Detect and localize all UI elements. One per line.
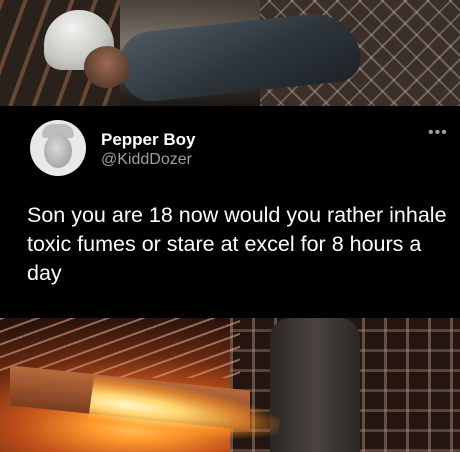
worker-face — [84, 46, 130, 88]
tweet-card: Pepper Boy @KiddDozer ••• Son you are 18… — [0, 106, 460, 318]
tweet-text: Son you are 18 now would you rather inha… — [27, 203, 447, 285]
more-horizontal-icon[interactable]: ••• — [428, 125, 448, 141]
user-handle[interactable]: @KiddDozer — [101, 151, 192, 169]
bottom-photo-sparks — [0, 318, 460, 452]
display-name[interactable]: Pepper Boy — [101, 130, 195, 150]
meme-image: Pepper Boy @KiddDozer ••• Son you are 18… — [0, 0, 460, 452]
avatar-head — [44, 134, 72, 168]
avatar[interactable] — [30, 120, 86, 176]
top-photo-welder — [0, 0, 460, 106]
worker-legs — [270, 318, 360, 452]
